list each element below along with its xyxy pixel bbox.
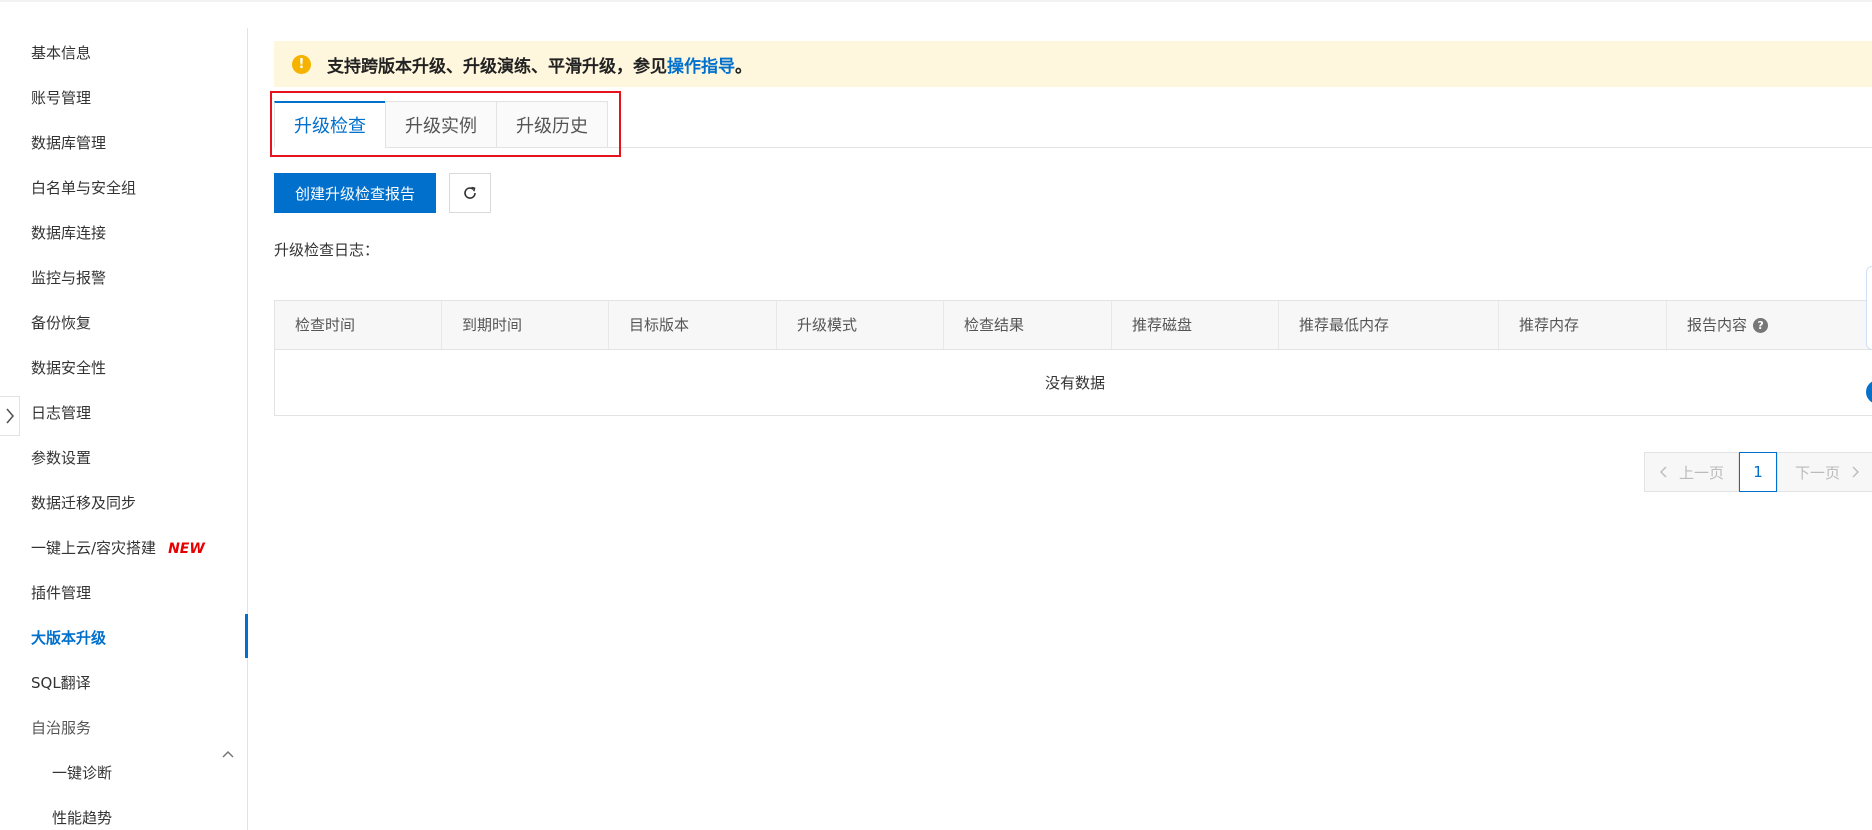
chevron-left-icon xyxy=(1659,466,1667,478)
chevron-right-icon xyxy=(5,408,14,424)
sidebar-item-whitelist[interactable]: 白名单与安全组 xyxy=(31,176,136,200)
next-page-label: 下一页 xyxy=(1794,463,1840,482)
sidebar-item-databases[interactable]: 数据库管理 xyxy=(31,131,106,155)
check-log-label: 升级检查日志： xyxy=(274,241,380,259)
notice-end: 。 xyxy=(735,56,752,77)
refresh-button[interactable] xyxy=(449,173,491,213)
sidebar-item-parameters[interactable]: 参数设置 xyxy=(31,446,91,470)
top-divider xyxy=(0,0,1872,2)
create-report-button[interactable]: 创建升级检查报告 xyxy=(274,173,436,213)
sidebar-item-connection[interactable]: 数据库连接 xyxy=(31,221,106,245)
guide-link[interactable]: 操作指导 xyxy=(667,52,735,77)
tab-upgrade-history[interactable]: 升级历史 xyxy=(496,101,608,148)
help-icon[interactable]: ? xyxy=(1753,318,1769,333)
column-expire-time: 到期时间 xyxy=(442,301,609,349)
chevron-up-icon[interactable] xyxy=(220,746,236,762)
sidebar-item-security[interactable]: 数据安全性 xyxy=(31,356,106,380)
sidebar-item-performance[interactable]: 性能趋势 xyxy=(52,806,112,830)
sidebar: 基本信息 账号管理 数据库管理 白名单与安全组 数据库连接 监控与报警 备份恢复… xyxy=(0,28,248,830)
sidebar-item-backup[interactable]: 备份恢复 xyxy=(31,311,91,335)
column-upgrade-mode: 升级模式 xyxy=(777,301,944,349)
column-report-content: 报告内容? xyxy=(1667,301,1872,349)
sidebar-toggle-button[interactable] xyxy=(0,396,20,436)
column-label: 报告内容 xyxy=(1687,316,1748,334)
next-page-button[interactable]: 下一页 xyxy=(1777,452,1872,492)
sidebar-item-major-upgrade[interactable]: 大版本升级 xyxy=(31,626,106,650)
sidebar-item-label: 一键上云/容灾搭建 xyxy=(31,539,157,557)
page-number-button[interactable]: 1 xyxy=(1739,452,1777,492)
table-header: 检查时间 到期时间 目标版本 升级模式 检查结果 推荐磁盘 推荐最低内存 推荐内… xyxy=(275,301,1872,350)
column-target-version: 目标版本 xyxy=(609,301,777,349)
floating-panel-tab[interactable] xyxy=(1866,266,1872,350)
sidebar-item-autonomy[interactable]: 自治服务 xyxy=(31,716,91,740)
empty-state-text: 没有数据 xyxy=(1044,374,1105,392)
sidebar-item-diagnosis[interactable]: 一键诊断 xyxy=(52,761,112,785)
new-badge: NEW xyxy=(168,541,205,557)
sidebar-item-accounts[interactable]: 账号管理 xyxy=(31,86,91,110)
tab-upgrade-instance[interactable]: 升级实例 xyxy=(385,101,497,148)
column-recommended-memory: 推荐内存 xyxy=(1499,301,1667,349)
prev-page-label: 上一页 xyxy=(1678,463,1724,482)
notice-text: 支持跨版本升级、升级演练、平滑升级，参见 xyxy=(327,56,667,77)
tab-upgrade-check[interactable]: 升级检查 xyxy=(274,101,386,148)
sidebar-item-logs[interactable]: 日志管理 xyxy=(31,401,91,425)
sidebar-item-monitoring[interactable]: 监控与报警 xyxy=(31,266,106,290)
upgrade-check-table: 检查时间 到期时间 目标版本 升级模式 检查结果 推荐磁盘 推荐最低内存 推荐内… xyxy=(274,300,1872,416)
column-recommended-disk: 推荐磁盘 xyxy=(1112,301,1279,349)
sidebar-item-sql-translate[interactable]: SQL翻译 xyxy=(31,671,91,695)
chevron-right-icon xyxy=(1852,466,1859,478)
refresh-icon xyxy=(464,186,476,199)
prev-page-button[interactable]: 上一页 xyxy=(1644,452,1739,492)
notice-bar: ! 支持跨版本升级、升级演练、平滑升级，参见 操作指导 。 xyxy=(274,41,1872,87)
column-check-time: 检查时间 xyxy=(275,301,442,349)
sidebar-item-cloud-dr[interactable]: 一键上云/容灾搭建 NEW xyxy=(31,536,205,560)
column-check-result: 检查结果 xyxy=(944,301,1112,349)
pagination: 上一页 1 下一页 xyxy=(1644,452,1872,492)
sidebar-item-basic-info[interactable]: 基本信息 xyxy=(31,41,91,65)
warning-icon: ! xyxy=(292,54,311,74)
active-indicator xyxy=(245,614,248,658)
sidebar-item-plugins[interactable]: 插件管理 xyxy=(31,581,91,605)
sidebar-item-migration[interactable]: 数据迁移及同步 xyxy=(31,491,136,515)
column-min-memory: 推荐最低内存 xyxy=(1279,301,1499,349)
